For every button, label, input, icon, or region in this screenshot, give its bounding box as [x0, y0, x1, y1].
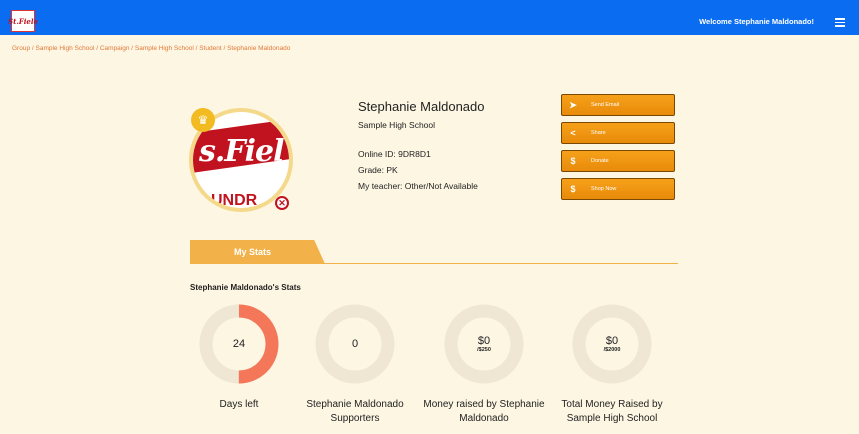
stat-money-raised-student: $0 /$250 Money raised by Stephanie Maldo…	[419, 303, 549, 426]
progress-ring: $0 /$2000	[571, 303, 653, 385]
shop-now-button[interactable]: $ Shop Now	[561, 178, 675, 200]
stat-value: 0	[351, 338, 359, 350]
grade: Grade: PK	[358, 165, 398, 175]
shop-now-label: Shop Now	[591, 186, 617, 192]
stat-money-raised-school: $0 /$2000 Total Money Raised by Sample H…	[547, 303, 677, 426]
action-buttons: ➤ Send Email < Share $ Donate $ Shop Now	[561, 94, 675, 206]
share-icon: <	[570, 128, 576, 138]
dollar-icon: $	[570, 156, 576, 166]
share-button[interactable]: < Share	[561, 122, 675, 144]
profile-avatar: s.Fiel UNDR ♛ ✕	[189, 108, 293, 212]
stat-supporters: 0 Stephanie Maldonado Supporters	[290, 303, 420, 426]
student-name: Stephanie Maldonado	[358, 99, 485, 114]
close-icon[interactable]: ✕	[275, 196, 289, 210]
send-email-label: Send Email	[591, 102, 620, 108]
welcome-message: Welcome Stephanie Maldonado!	[699, 17, 814, 26]
breadcrumb-item-group[interactable]: Group	[12, 45, 30, 52]
dollar-icon: $	[570, 184, 576, 194]
stat-label: Stephanie Maldonado Supporters	[306, 399, 404, 424]
stat-goal: /$250	[477, 347, 491, 353]
stat-value: $0	[477, 335, 491, 347]
stat-days-left: 24 Days left	[174, 303, 304, 412]
stat-value: $0	[605, 335, 619, 347]
crown-icon: ♛	[191, 108, 215, 132]
send-email-button[interactable]: ➤ Send Email	[561, 94, 675, 116]
breadcrumb-item-campaign-school[interactable]: Sample High School	[135, 45, 194, 52]
brand-logo[interactable]: St.Fiele	[8, 10, 38, 32]
hamburger-menu-icon[interactable]	[835, 18, 845, 27]
breadcrumb-item-school[interactable]: Sample High School	[36, 45, 95, 52]
breadcrumb-item-campaign[interactable]: Campaign	[100, 45, 130, 52]
avatar-bottom-text: UNDR	[211, 192, 258, 209]
stats-tab-bar: My Stats	[190, 240, 678, 264]
paper-plane-icon: ➤	[569, 99, 577, 110]
student-school: Sample High School	[358, 120, 436, 130]
ring-value: 0	[314, 303, 396, 385]
brand-logo-text: St.Fiele	[8, 16, 38, 26]
breadcrumb-item-current: Stephanie Maldonado	[227, 45, 291, 52]
tab-my-stats-label: My Stats	[233, 247, 271, 257]
stat-label: Total Money Raised by Sample High School	[561, 399, 663, 424]
ring-value: $0 /$250	[443, 303, 525, 385]
breadcrumb: Group / Sample High School / Campaign / …	[12, 45, 290, 52]
breadcrumb-item-student[interactable]: Student	[199, 45, 221, 52]
tab-my-stats[interactable]: My Stats	[190, 240, 325, 264]
profile-details: Stephanie Maldonado Sample High School O…	[358, 99, 485, 197]
stat-value: 24	[232, 338, 246, 350]
stat-goal: /$2000	[603, 347, 621, 353]
stats-title: Stephanie Maldonado's Stats	[190, 283, 301, 292]
top-navigation-bar: St.Fiele Welcome Stephanie Maldonado!	[0, 0, 859, 35]
ring-value: 24	[198, 303, 280, 385]
teacher: My teacher: Other/Not Available	[358, 181, 478, 191]
stat-label: Money raised by Stephanie Maldonado	[423, 399, 545, 424]
progress-ring: 24	[198, 303, 280, 385]
online-id: Online ID: 9DR8D1	[358, 149, 431, 159]
donate-button[interactable]: $ Donate	[561, 150, 675, 172]
progress-ring: 0	[314, 303, 396, 385]
ring-value: $0 /$2000	[571, 303, 653, 385]
avatar-brand-text: s.Fiel	[199, 134, 285, 169]
donate-label: Donate	[591, 158, 609, 164]
progress-ring: $0 /$250	[443, 303, 525, 385]
stat-label: Days left	[219, 399, 259, 410]
share-label: Share	[591, 130, 606, 136]
